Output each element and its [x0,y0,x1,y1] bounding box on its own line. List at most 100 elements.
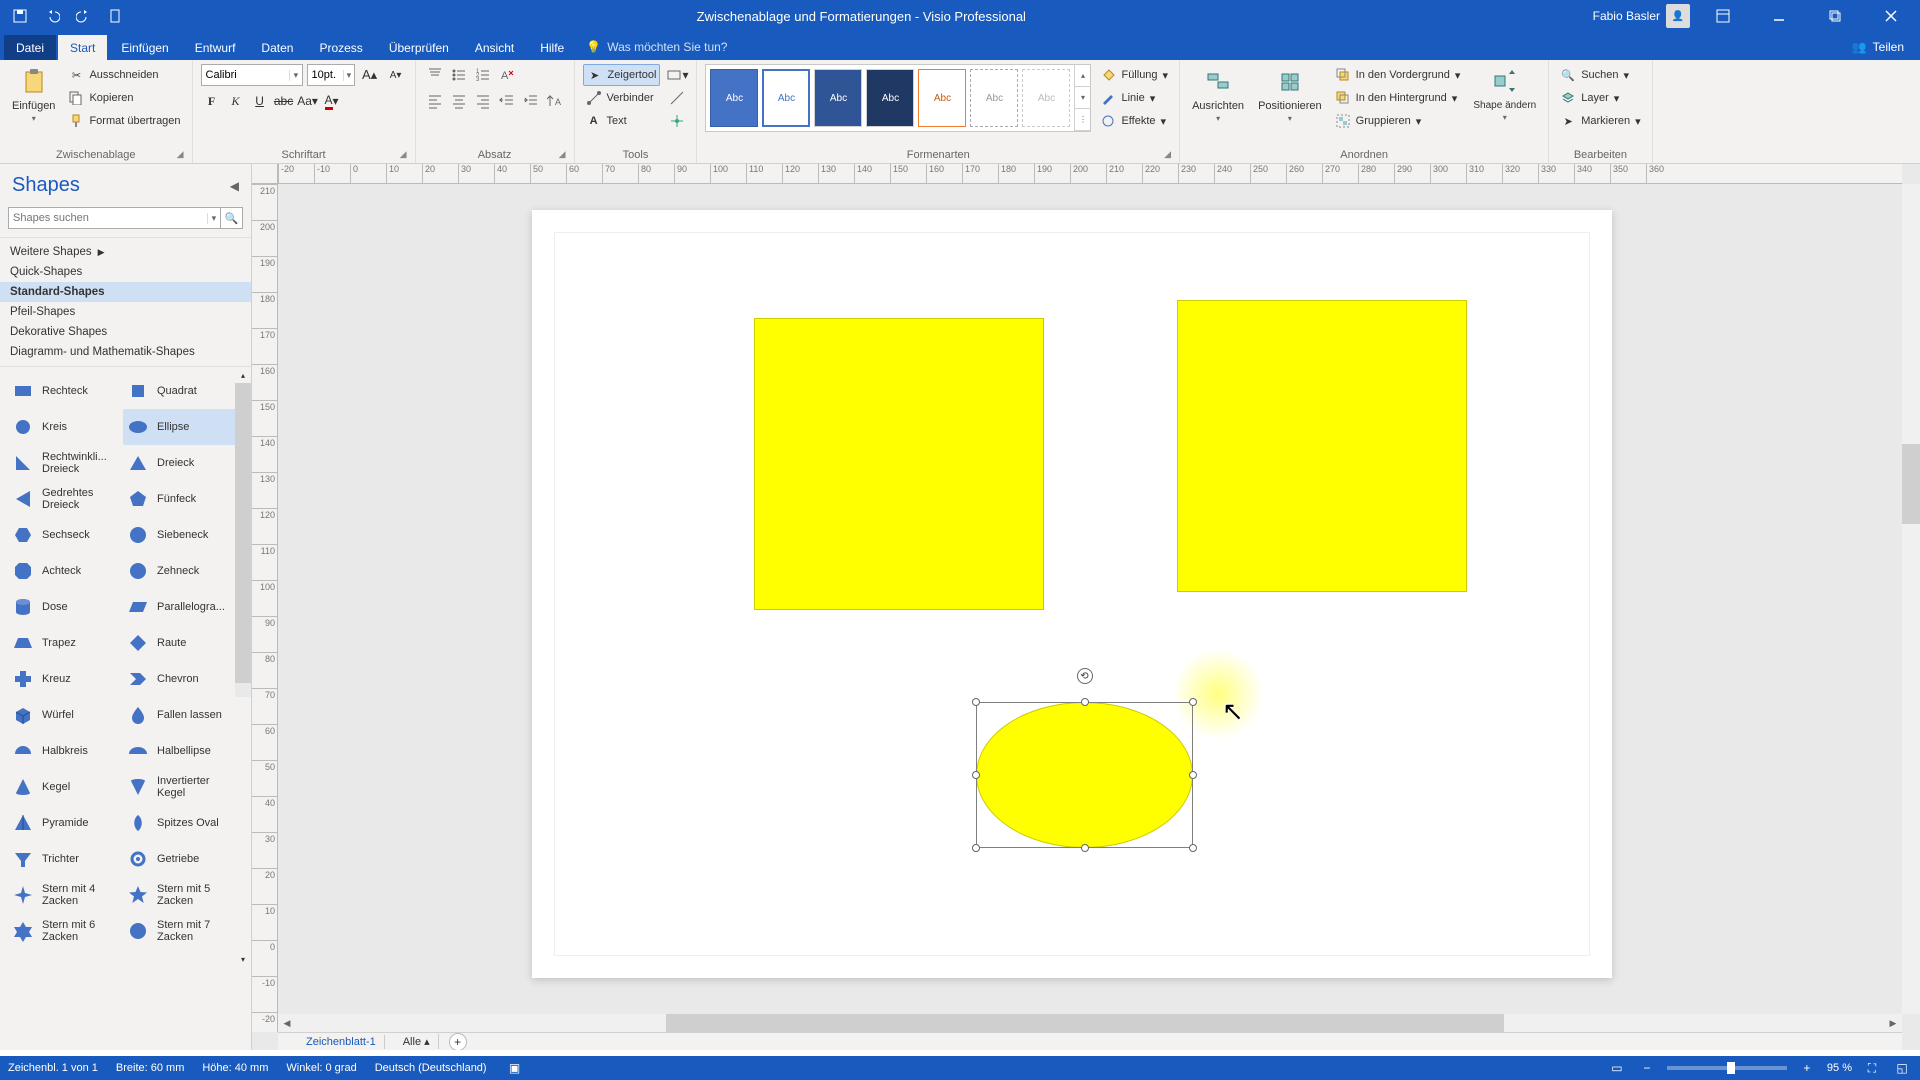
style-item[interactable]: Abc [918,69,966,127]
tell-me-search[interactable]: 💡 Was möchten Sie tun? [586,36,727,60]
pointer-tool-button[interactable]: ➤Zeigertool [583,64,661,86]
scroll-up-icon[interactable]: ▴ [235,367,251,383]
align-top-button[interactable] [424,64,446,86]
tab-start[interactable]: Start [58,35,107,60]
zoom-out-button[interactable]: − [1637,1058,1657,1078]
paste-button[interactable]: Einfügen ▾ [8,64,59,125]
shape-stencil-item[interactable]: Kreuz [8,661,123,697]
style-item[interactable]: Abc [710,69,758,127]
drawing-page[interactable]: ⟲ ↖ [532,210,1612,978]
scroll-down-icon[interactable]: ▾ [235,951,251,967]
cat-pfeil-shapes[interactable]: Pfeil-Shapes [0,302,251,322]
shape-stencil-item[interactable]: Ellipse [123,409,238,445]
collapse-pane-button[interactable]: ◀ [230,179,239,193]
share-button[interactable]: 👥 Teilen [1840,34,1916,60]
rotate-text-button[interactable]: A [544,90,566,112]
shape-stencil-item[interactable]: Raute [123,625,238,661]
cat-weitere-shapes[interactable]: Weitere Shapes▶ [0,242,251,262]
chevron-down-icon[interactable]: ▾ [207,213,220,224]
shape-stencil-item[interactable]: Halbkreis [8,733,123,769]
gallery-scroll[interactable]: ▴▾⋮ [1074,65,1090,131]
font-family-combo[interactable]: ▾ [201,64,303,86]
cat-standard-shapes[interactable]: Standard-Shapes [0,282,251,302]
cut-button[interactable]: ✂Ausschneiden [65,64,183,86]
tab-datei[interactable]: Datei [4,35,56,60]
bullets-button[interactable] [448,64,470,86]
effects-button[interactable]: Effekte ▾ [1097,110,1171,132]
yellow-square-shape[interactable] [1177,300,1467,592]
scrollbar-thumb[interactable] [666,1014,1504,1032]
format-painter-button[interactable]: Format übertragen [65,110,183,132]
font-size-input[interactable] [308,69,344,81]
shapes-scrollbar[interactable]: ▴ ▾ [235,367,251,697]
shape-stencil-item[interactable]: Kegel [8,769,123,805]
shape-stencil-item[interactable]: Kreis [8,409,123,445]
underline-button[interactable]: U [249,90,271,112]
zoom-slider-thumb[interactable] [1727,1062,1735,1074]
font-color-button[interactable]: A▾ [321,90,343,112]
shapes-search-combo[interactable]: ▾ [8,207,221,229]
undo-button[interactable] [38,4,66,28]
align-right-button[interactable] [472,90,494,112]
resize-handle-ne[interactable] [1189,698,1197,706]
resize-handle-s[interactable] [1081,844,1089,852]
maximize-button[interactable] [1812,0,1858,32]
tab-prozess[interactable]: Prozess [307,35,374,60]
line-tool-button[interactable] [666,87,688,109]
font-size-combo[interactable]: ▾ [307,64,355,86]
text-tool-button[interactable]: AText [583,110,661,132]
rectangle-tool-button[interactable]: ▾ [666,64,688,86]
numbering-button[interactable]: 123 [472,64,494,86]
position-button[interactable]: Positionieren▾ [1254,64,1326,125]
resize-handle-n[interactable] [1081,698,1089,706]
connection-point-button[interactable] [666,110,688,132]
send-back-button[interactable]: In den Hintergrund ▾ [1332,87,1464,109]
tab-ueberpruefen[interactable]: Überprüfen [377,35,461,60]
dialog-launcher-icon[interactable]: ◢ [177,149,184,160]
shape-stencil-item[interactable]: Zehneck [123,553,238,589]
shapes-search-input[interactable] [9,212,207,224]
change-case-button[interactable]: Aa▾ [297,90,319,112]
style-item[interactable]: Abc [814,69,862,127]
change-shape-button[interactable]: Shape ändern▾ [1469,64,1540,124]
zoom-in-button[interactable]: + [1797,1058,1817,1078]
tab-einfuegen[interactable]: Einfügen [109,35,180,60]
shape-styles-gallery[interactable]: Abc Abc Abc Abc Abc Abc Abc ▴▾⋮ [705,64,1091,132]
scrollbar-thumb[interactable] [1902,444,1920,524]
shape-stencil-item[interactable]: Stern mit 5 Zacken [123,877,238,913]
shape-stencil-item[interactable]: Getriebe [123,841,238,877]
ruler-vertical[interactable]: 2102001901801701601501401301201101009080… [252,184,278,1032]
dialog-launcher-icon[interactable]: ◢ [559,149,566,160]
macro-record-icon[interactable]: ▣ [505,1058,525,1078]
italic-button[interactable]: K [225,90,247,112]
tab-entwurf[interactable]: Entwurf [183,35,248,60]
group-button[interactable]: Gruppieren ▾ [1332,110,1464,132]
shape-stencil-item[interactable]: Fünfeck [123,481,238,517]
shape-stencil-item[interactable]: Gedrehtes Dreieck [8,481,123,517]
connector-tool-button[interactable]: Verbinder [583,87,661,109]
shape-stencil-item[interactable]: Sechseck [8,517,123,553]
layer-button[interactable]: Layer ▾ [1557,87,1643,109]
align-left-button[interactable] [424,90,446,112]
bring-front-button[interactable]: In den Vordergrund ▾ [1332,64,1464,86]
font-family-input[interactable] [202,69,290,81]
bold-button[interactable]: F [201,90,223,112]
ruler-horizontal[interactable]: -20-100102030405060708090100110120130140… [278,164,1902,184]
search-go-button[interactable]: 🔍 [221,207,243,229]
clear-formatting-button[interactable]: A [496,64,518,86]
horizontal-scrollbar[interactable]: ◀ ▶ [278,1014,1902,1032]
shape-stencil-item[interactable]: Pyramide [8,805,123,841]
redo-button[interactable] [70,4,98,28]
save-button[interactable] [6,4,34,28]
style-item[interactable]: Abc [970,69,1018,127]
line-button[interactable]: Linie ▾ [1097,87,1171,109]
shape-stencil-item[interactable]: Dreieck [123,445,238,481]
dialog-launcher-icon[interactable]: ◢ [400,149,407,160]
find-button[interactable]: 🔍Suchen ▾ [1557,64,1643,86]
rotation-handle[interactable]: ⟲ [1077,668,1093,684]
shape-stencil-item[interactable]: Spitzes Oval [123,805,238,841]
shape-stencil-item[interactable]: Würfel [8,697,123,733]
dialog-launcher-icon[interactable]: ◢ [1164,149,1171,160]
fit-page-icon[interactable]: ⛶ [1862,1058,1882,1078]
shape-stencil-item[interactable]: Invertierter Kegel [123,769,238,805]
